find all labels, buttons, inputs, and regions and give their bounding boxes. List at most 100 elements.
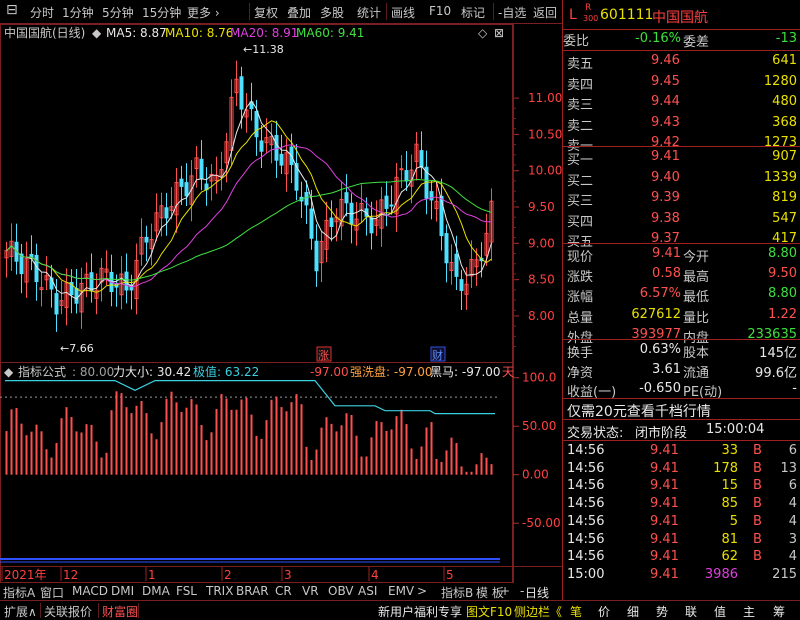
divider [563, 146, 800, 147]
tick-price: 9.41 [650, 513, 679, 529]
ma60-label: MA60: 9.41 [296, 26, 364, 40]
toolbar-separator [493, 3, 494, 20]
candle-body [164, 207, 169, 219]
candle-body [279, 153, 284, 166]
ask-row: 卖四 9.45 1280 [563, 73, 800, 93]
toolbar-item-7[interactable]: 多股 [320, 4, 344, 21]
tick-volume: 15 [721, 478, 738, 494]
bottom-left-item-1[interactable]: 关联报价 [44, 603, 92, 620]
indicator-tab-9[interactable]: VR [302, 584, 319, 598]
diamond-icon[interactable]: ◇ [478, 26, 488, 40]
price-tick-label: 8.00 [528, 309, 555, 323]
indicator-tick-label: 0.00 [522, 468, 549, 482]
indicator-tab-0[interactable]: 指标A [3, 584, 35, 601]
bottom-tab-7[interactable]: 筹 [773, 603, 785, 620]
indicator-p7: 天 [502, 365, 514, 379]
indicator-name[interactable]: 指标公式 [18, 364, 66, 379]
tick-row: 14:56 9.41 178 B 13 [563, 460, 800, 479]
candle-body [384, 195, 389, 209]
zhang-marker[interactable]: 涨 [318, 349, 329, 362]
toolbar-item-0[interactable]: 分时 [30, 4, 54, 21]
indicator-tab-2[interactable]: MACD [72, 584, 108, 598]
bottom-separator [40, 603, 41, 618]
period-toolbar: 分时 1分钟 5分钟 15分钟 更多 › 复权 叠加 多股 统计 画线 F10 标记 -自选 返回 ⊟ [0, 0, 562, 24]
stat2-value: 99.6亿 [755, 365, 797, 381]
indicator-tab-13[interactable]: > [417, 584, 427, 598]
x-axis-label: 3 [284, 568, 292, 582]
tick-direction: B [753, 496, 762, 512]
ma-settings-icon[interactable]: ◆ [92, 26, 102, 40]
bottom-tab-1[interactable]: 价 [598, 603, 610, 620]
bottom-tab-0[interactable]: 笔 [570, 603, 582, 620]
r-tag: R [585, 3, 592, 13]
indicator-tab-11[interactable]: ASI [358, 584, 377, 598]
l-tag: L [569, 7, 577, 23]
toolbar-item-1[interactable]: 1分钟 [62, 4, 94, 21]
tick-row: 14:56 9.41 85 B 4 [563, 495, 800, 514]
toolbar-item-4[interactable]: 更多 › [187, 4, 220, 21]
indicator-p4: -97.00 [310, 365, 349, 379]
indicator-tab-7[interactable]: BRAR [236, 584, 269, 598]
candle-body [444, 233, 449, 264]
bottom-tab-2[interactable]: 细 [627, 603, 639, 620]
chart-close-icon[interactable]: ⊠ [494, 26, 504, 40]
ma20-line [6, 144, 492, 288]
bid-row: 买三 9.39 819 [563, 189, 800, 209]
toolbar-item-10[interactable]: F10 [429, 4, 451, 18]
candle-body [404, 170, 409, 182]
bottom-left-item-0[interactable]: 扩展∧ [4, 603, 37, 620]
bid-volume: 907 [772, 149, 797, 164]
indicator-tab-6[interactable]: TRIX [206, 584, 233, 598]
indicator-tab-14[interactable]: 指标B [441, 584, 473, 601]
weibi-row: 委比 -0.16% 委差 -13 [563, 30, 800, 50]
indicator-tab-1[interactable]: 窗口 [40, 584, 64, 601]
toolbar-item-9[interactable]: 画线 [391, 4, 415, 21]
indicator-tab-12[interactable]: EMV [388, 584, 414, 598]
promo-text[interactable]: 仅需20元查看千档行情 [567, 401, 711, 421]
toolbar-item-8[interactable]: 统计 [357, 4, 381, 21]
candle-body [199, 158, 204, 180]
bottom-tab-6[interactable]: 主 [743, 603, 755, 620]
stat-row: 现价 9.41 今开 8.80 [563, 245, 800, 265]
period-label[interactable]: 日线 [525, 584, 549, 601]
toolbar-item-13[interactable]: 返回 [533, 4, 557, 21]
promo-row[interactable]: 仅需20元查看千档行情 [563, 400, 800, 421]
bid-price: 9.39 [651, 190, 680, 206]
tick-direction: B [753, 531, 762, 547]
bottom-tab-5[interactable]: 值 [714, 603, 726, 620]
bottom-left-item-2[interactable]: 财富圈 [102, 603, 138, 620]
toolbar-item-5[interactable]: 复权 [254, 4, 278, 21]
menu-icon[interactable]: ⊟ [6, 2, 18, 18]
toolbar-item-11[interactable]: 标记 [461, 4, 485, 21]
toolbar-item-6[interactable]: 叠加 [287, 4, 311, 21]
bottom-tab-4[interactable]: 联 [685, 603, 697, 620]
sidebar-toggle[interactable]: 侧边栏《 [514, 603, 562, 620]
ma10-label: MA10: 8.76 [165, 26, 233, 40]
new-user-benefit[interactable]: 新用户福利专享 [378, 603, 462, 620]
indicator-tab-5[interactable]: FSL [176, 584, 197, 598]
indicator-p3: 极值: 63.22 [193, 364, 259, 379]
kline-chart[interactable]: 11.0010.5010.009.509.008.508.00100.050.0… [0, 0, 562, 620]
f10-link[interactable]: 图文F10 [466, 603, 512, 620]
tick-volume: 62 [721, 549, 738, 565]
indicator-tab-16[interactable]: + [500, 584, 510, 598]
indicator-tab-3[interactable]: DMI [111, 584, 134, 598]
tick-row: 14:56 9.41 62 B 4 [563, 548, 800, 567]
stat2-value: 3.61 [652, 361, 681, 377]
indicator-tab-17[interactable]: - [520, 584, 524, 598]
toolbar-item-2[interactable]: 5分钟 [102, 4, 134, 21]
toolbar-item-12[interactable]: -自选 [498, 4, 526, 21]
stat2-value: - [792, 381, 797, 397]
indicator-tab-row: 指标A 窗口 MACD DMI DMA FSL TRIX BRAR CR VR OBV ASI EMV >… [0, 583, 549, 601]
tick-count: 6 [788, 478, 797, 494]
indicator-tab-4[interactable]: DMA [142, 584, 170, 598]
cai-marker[interactable]: 财 [432, 348, 443, 362]
toolbar-item-3[interactable]: 15分钟 [142, 4, 181, 21]
tick-volume: 178 [713, 460, 738, 476]
indicator-menu-icon[interactable]: ◆ [4, 365, 14, 379]
indicator-tab-10[interactable]: OBV [328, 584, 354, 598]
bid-row: 买一 9.41 907 [563, 148, 800, 168]
indicator-tab-8[interactable]: CR [275, 584, 292, 598]
bottom-tab-3[interactable]: 势 [656, 603, 668, 620]
price-tick-label: 8.50 [528, 273, 555, 287]
